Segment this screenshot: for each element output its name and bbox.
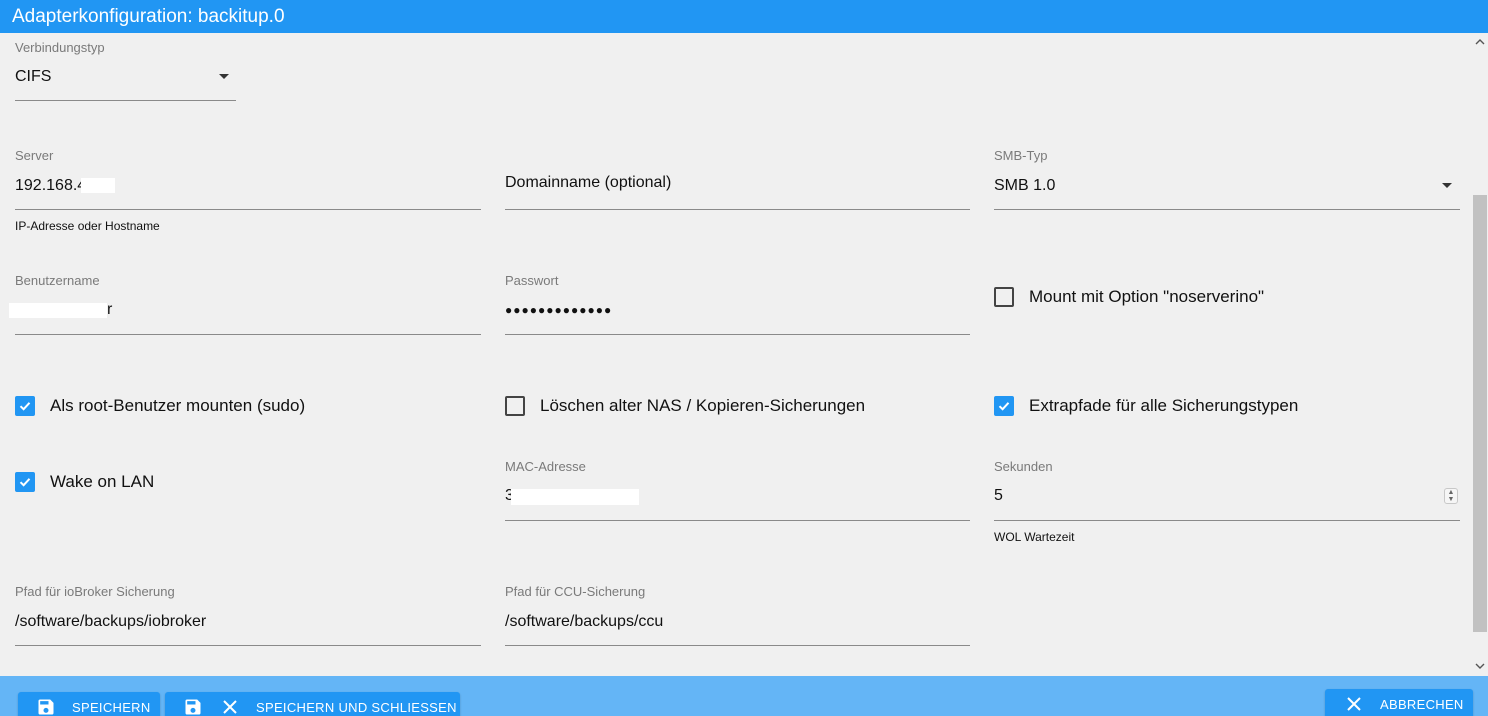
save-and-close-button[interactable]: SPEICHERN UND SCHLIESSEN [165, 692, 460, 716]
scroll-up-icon[interactable] [1472, 35, 1488, 51]
cancel-button[interactable]: ABBRECHEN [1325, 689, 1473, 716]
username-label: Benutzername [15, 273, 100, 288]
save-and-close-label: SPEICHERN UND SCHLIESSEN [256, 699, 457, 715]
chevron-down-icon [1442, 183, 1452, 188]
sudo-checkbox[interactable]: Als root-Benutzer mounten (sudo) [15, 396, 305, 416]
password-input[interactable]: Passwort ●●●●●●●●●●●●● [505, 273, 970, 335]
ccu-path-value: /software/backups/ccu [505, 613, 664, 630]
cancel-button-label: ABBRECHEN [1380, 696, 1464, 712]
seconds-value: 5 [994, 487, 1003, 504]
redacted-block [81, 178, 115, 193]
username-input[interactable]: Benutzername r [9, 273, 481, 335]
checkmark-icon [15, 396, 35, 416]
footer-toolbar: SPEICHERN SPEICHERN UND SCHLIESSEN ABBRE… [0, 676, 1488, 716]
ccu-path-label: Pfad für CCU-Sicherung [505, 584, 646, 599]
close-icon [222, 699, 238, 715]
noserverino-checkbox[interactable]: Mount mit Option "noserverino" [994, 287, 1264, 307]
smb-type-label: SMB-Typ [994, 148, 1048, 163]
delete-old-backups-label: Löschen alter NAS / Kopieren-Sicherungen [540, 396, 866, 415]
domain-placeholder: Domainname (optional) [505, 174, 672, 191]
save-icon [183, 697, 203, 716]
redacted-block [511, 489, 639, 505]
number-stepper[interactable]: ▲ ▼ [1444, 488, 1458, 504]
seconds-label: Sekunden [994, 459, 1053, 474]
username-value: r [107, 301, 113, 318]
ccu-path-input[interactable]: Pfad für CCU-Sicherung /software/backups… [505, 584, 970, 646]
extrapaths-label: Extrapfade für alle Sicherungstypen [1029, 396, 1299, 415]
wake-on-lan-label: Wake on LAN [50, 472, 155, 491]
mac-address-label: MAC-Adresse [505, 459, 586, 474]
extrapaths-checkbox[interactable]: Extrapfade für alle Sicherungstypen [994, 396, 1298, 416]
seconds-helper-text: WOL Wartezeit [994, 530, 1075, 544]
vertical-scrollbar[interactable] [1472, 33, 1488, 676]
mac-address-input[interactable]: MAC-Adresse 3 [505, 459, 970, 521]
delete-old-backups-checkbox[interactable]: Löschen alter NAS / Kopieren-Sicherungen [505, 396, 865, 416]
checkbox-unchecked-icon [505, 396, 525, 416]
scrollbar-thumb[interactable] [1473, 195, 1487, 632]
connection-type-select[interactable]: Verbindungstyp CIFS [15, 40, 236, 101]
iobroker-path-label: Pfad für ioBroker Sicherung [15, 584, 175, 599]
sudo-label: Als root-Benutzer mounten (sudo) [50, 396, 306, 415]
save-button[interactable]: SPEICHERN [18, 692, 160, 716]
redacted-block [9, 303, 107, 318]
save-icon [36, 697, 56, 716]
checkbox-unchecked-icon [994, 287, 1014, 307]
window-title: Adapterkonfiguration: backitup.0 [0, 0, 1488, 33]
close-icon [1346, 696, 1362, 712]
iobroker-path-value: /software/backups/iobroker [15, 613, 207, 630]
password-label: Passwort [505, 273, 559, 288]
smb-type-value: SMB 1.0 [994, 177, 1056, 194]
server-helper-text: IP-Adresse oder Hostname [15, 219, 160, 233]
seconds-input[interactable]: Sekunden 5 ▲ ▼ [994, 459, 1460, 521]
server-input[interactable]: Server 192.168.4 [15, 148, 481, 210]
password-value: ●●●●●●●●●●●●● [505, 303, 613, 317]
chevron-down-icon [219, 74, 229, 79]
domain-input[interactable]: Domainname (optional) [505, 148, 970, 210]
save-button-label: SPEICHERN [72, 699, 151, 715]
smb-type-select[interactable]: SMB-Typ SMB 1.0 [994, 148, 1460, 210]
connection-type-value: CIFS [15, 68, 52, 85]
scroll-down-icon[interactable] [1472, 659, 1488, 675]
connection-type-label: Verbindungstyp [15, 40, 105, 55]
server-label: Server [15, 148, 54, 163]
checkmark-icon [994, 396, 1014, 416]
iobroker-path-input[interactable]: Pfad für ioBroker Sicherung /software/ba… [15, 584, 481, 646]
wake-on-lan-checkbox[interactable]: Wake on LAN [15, 472, 154, 492]
noserverino-label: Mount mit Option "noserverino" [1029, 287, 1265, 306]
server-value: 192.168.4 [15, 177, 87, 194]
config-form: Verbindungstyp CIFS Server 192.168.4 IP-… [0, 33, 1488, 676]
checkmark-icon [15, 472, 35, 492]
